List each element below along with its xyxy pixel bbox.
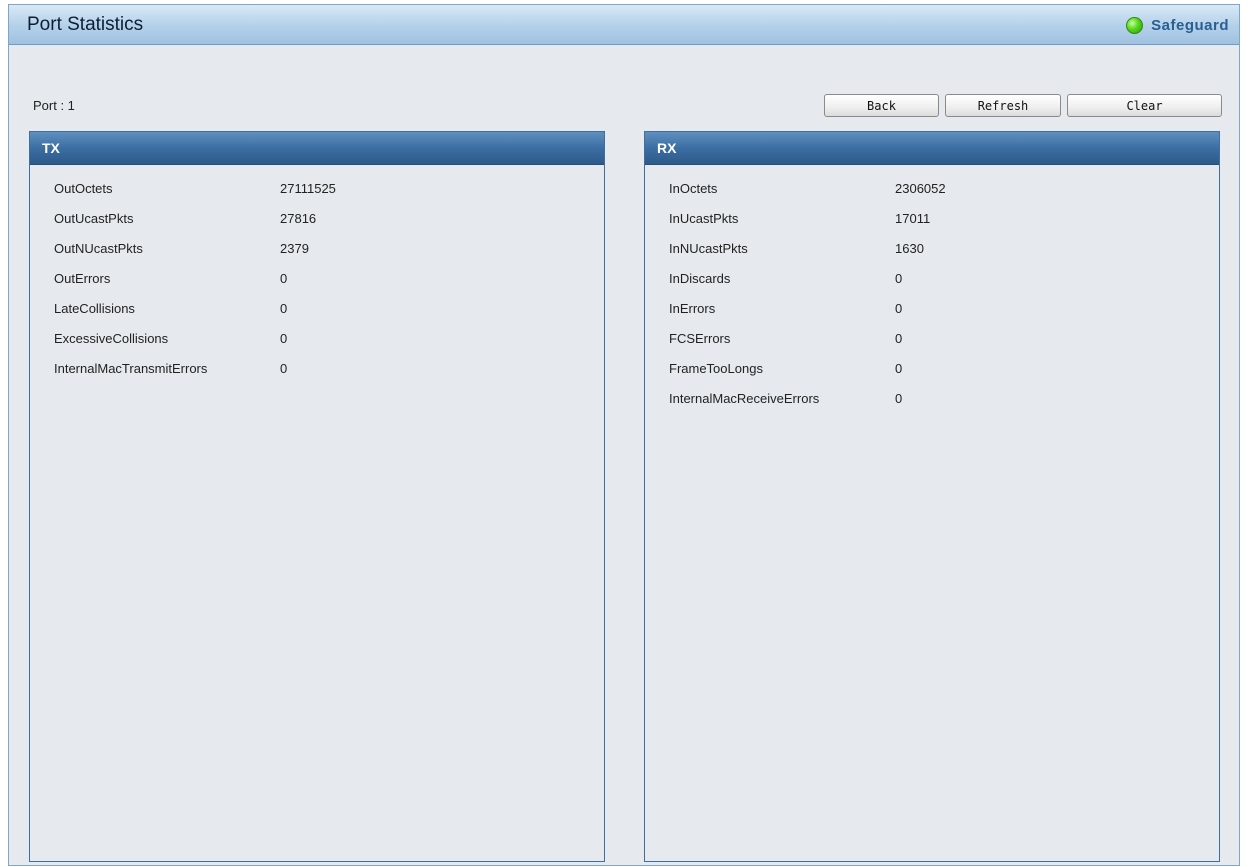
stat-name: InternalMacTransmitErrors <box>54 361 208 376</box>
stat-row: OutErrors 0 <box>30 265 604 295</box>
stat-row: ExcessiveCollisions 0 <box>30 325 604 355</box>
safeguard-label: Safeguard <box>1151 16 1229 34</box>
stat-value: 17011 <box>895 211 931 226</box>
stat-row: InternalMacReceiveErrors 0 <box>645 385 1219 415</box>
stat-value: 0 <box>895 331 903 346</box>
stat-name: LateCollisions <box>54 301 135 316</box>
stat-value: 0 <box>280 301 288 316</box>
port-statistics-window: Port Statistics Safeguard Port : 1 Back … <box>8 4 1240 866</box>
stat-name: InDiscards <box>669 271 731 286</box>
stat-row: InternalMacTransmitErrors 0 <box>30 355 604 385</box>
stat-row: InUcastPkts 17011 <box>645 205 1219 235</box>
stat-row: OutUcastPkts 27816 <box>30 205 604 235</box>
stat-row: LateCollisions 0 <box>30 295 604 325</box>
status-led-icon <box>1126 16 1144 34</box>
stat-name: FCSErrors <box>669 331 731 346</box>
tx-stats-list: OutOctets 27111525 OutUcastPkts 27816 Ou… <box>30 175 604 385</box>
stat-name: InternalMacReceiveErrors <box>669 391 820 406</box>
safeguard-indicator: Safeguard <box>1126 15 1229 35</box>
stat-name: OutOctets <box>54 181 113 196</box>
port-label: Port : 1 <box>33 98 75 113</box>
back-button[interactable]: Back <box>824 94 939 117</box>
stat-row: FrameTooLongs 0 <box>645 355 1219 385</box>
tx-panel-header: TX <box>30 132 604 165</box>
stat-value: 0 <box>280 271 288 286</box>
stat-value: 2379 <box>280 241 309 256</box>
rx-panel-header: RX <box>645 132 1219 165</box>
clear-button[interactable]: Clear <box>1067 94 1222 117</box>
stat-name: InNUcastPkts <box>669 241 748 256</box>
stat-name: FrameTooLongs <box>669 361 763 376</box>
stat-value: 0 <box>280 331 288 346</box>
stat-value: 0 <box>895 271 903 286</box>
stat-row: InNUcastPkts 1630 <box>645 235 1219 265</box>
stat-name: InUcastPkts <box>669 211 739 226</box>
stat-value: 27816 <box>280 211 317 226</box>
stat-name: OutNUcastPkts <box>54 241 143 256</box>
title-bar: Port Statistics Safeguard <box>9 5 1239 45</box>
stat-value: 0 <box>895 391 903 406</box>
stat-row: FCSErrors 0 <box>645 325 1219 355</box>
stat-name: OutUcastPkts <box>54 211 134 226</box>
refresh-button[interactable]: Refresh <box>945 94 1061 117</box>
stat-row: InDiscards 0 <box>645 265 1219 295</box>
stat-name: OutErrors <box>54 271 111 286</box>
stat-value: 27111525 <box>280 181 336 196</box>
stat-row: OutNUcastPkts 2379 <box>30 235 604 265</box>
stat-value: 0 <box>895 361 903 376</box>
stat-row: InErrors 0 <box>645 295 1219 325</box>
stat-name: InOctets <box>669 181 718 196</box>
tx-panel: TX OutOctets 27111525 OutUcastPkts 27816… <box>29 131 605 862</box>
stat-name: InErrors <box>669 301 716 316</box>
stat-name: ExcessiveCollisions <box>54 331 169 346</box>
stat-row: OutOctets 27111525 <box>30 175 604 205</box>
stat-value: 2306052 <box>895 181 946 196</box>
stat-value: 0 <box>280 361 288 376</box>
stat-row: InOctets 2306052 <box>645 175 1219 205</box>
stat-value: 0 <box>895 301 903 316</box>
page-title: Port Statistics <box>27 14 144 35</box>
rx-panel: RX InOctets 2306052 InUcastPkts 17011 In… <box>644 131 1220 862</box>
rx-stats-list: InOctets 2306052 InUcastPkts 17011 InNUc… <box>645 175 1219 415</box>
stat-value: 1630 <box>895 241 924 256</box>
